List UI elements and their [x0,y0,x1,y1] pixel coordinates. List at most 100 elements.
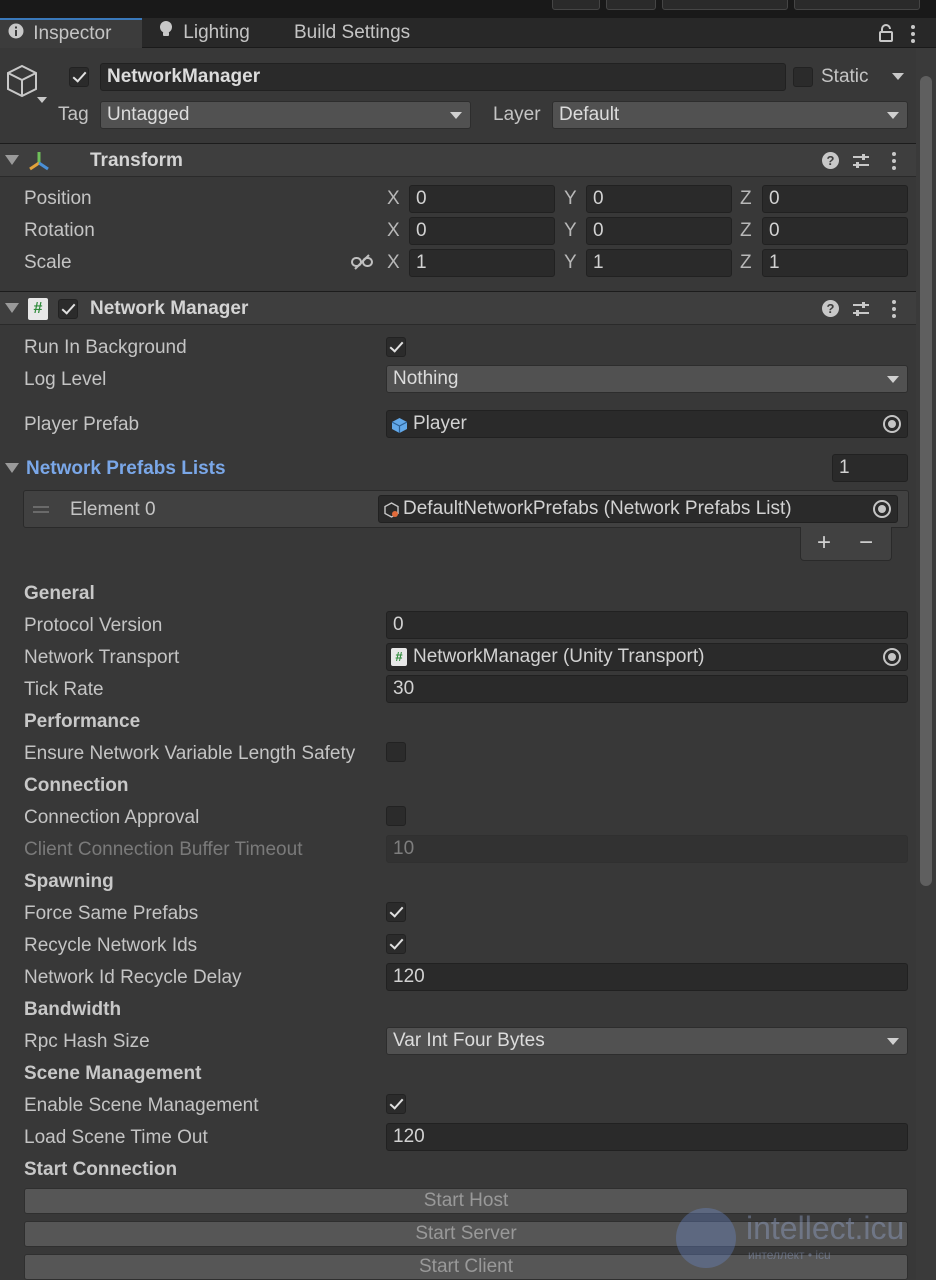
force-same-prefabs-checkbox[interactable] [386,902,406,922]
recycle-delay-label: Network Id Recycle Delay [24,967,242,988]
protocol-version-input[interactable]: 0 [386,611,908,639]
add-element-button[interactable]: + [817,529,831,557]
network-manager-enabled-checkbox[interactable] [58,299,78,319]
network-transport-field[interactable]: # NetworkManager (Unity Transport) [386,643,908,671]
chevron-down-icon [887,112,899,119]
axis-y-label: Y [564,220,577,241]
scale-label: Scale [24,252,72,273]
ensure-length-safety-label: Ensure Network Variable Length Safety [24,743,356,764]
transform-title: Transform [90,150,183,171]
axis-x-label: X [387,188,400,209]
tab-lighting[interactable]: Lighting [158,18,278,48]
tab-menu-icon[interactable] [911,25,915,46]
prefabs-lists-size-input[interactable]: 1 [832,454,908,482]
chevron-down-icon [887,376,899,383]
lock-icon[interactable] [878,24,894,48]
scriptable-object-icon [383,501,400,522]
bandwidth-title: Bandwidth [24,999,122,1020]
layer-label: Layer [493,104,541,125]
tick-rate-input[interactable]: 30 [386,675,908,703]
component-menu-icon[interactable] [892,152,896,173]
tab-inspector[interactable]: Inspector [0,18,142,48]
run-in-background-checkbox[interactable] [386,337,406,357]
list-footer: + − [800,527,892,561]
element-0-label: Element 0 [70,499,156,520]
recycle-delay-input[interactable]: 120 [386,963,908,991]
drag-handle-icon[interactable] [33,506,49,508]
remove-element-button[interactable]: − [859,529,873,557]
network-prefabs-lists-label[interactable]: Network Prefabs Lists [26,458,226,480]
rotation-z-input[interactable]: 0 [762,217,908,245]
top-toolbar-strip [0,0,936,18]
layer-dropdown[interactable]: Default [552,101,908,129]
toolbar-search-button[interactable] [606,0,656,10]
static-checkbox[interactable] [793,67,813,87]
transform-header[interactable]: Transform ? [0,143,916,177]
component-menu-icon[interactable] [892,300,896,321]
axis-z-label: Z [740,220,752,241]
presets-icon[interactable] [852,152,870,176]
start-connection-title: Start Connection [24,1159,178,1180]
tab-lighting-label: Lighting [183,22,250,44]
foldout-arrow-icon[interactable] [5,155,19,165]
tab-build-settings-label: Build Settings [294,22,411,43]
rotation-x-input[interactable]: 0 [409,217,555,245]
position-label: Position [24,188,92,209]
position-x-input[interactable]: 0 [409,185,555,213]
transform-icon [27,149,51,179]
network-manager-header[interactable]: # Network Manager ? [0,291,916,325]
object-picker-icon[interactable] [873,500,891,518]
active-checkbox[interactable] [69,67,89,87]
position-y-input[interactable]: 0 [586,185,732,213]
enable-scene-management-label: Enable Scene Management [24,1095,259,1116]
layers-dropdown[interactable] [662,0,788,10]
axis-y-label: Y [564,252,577,273]
player-prefab-field[interactable]: Player [386,410,908,438]
log-level-value: Nothing [393,368,459,389]
tick-rate-label: Tick Rate [24,679,104,700]
scale-y-input[interactable]: 1 [586,249,732,277]
element-0-field[interactable]: DefaultNetworkPrefabs (Network Prefabs L… [378,495,898,523]
foldout-arrow-icon[interactable] [5,303,19,313]
ensure-length-safety-checkbox[interactable] [386,742,406,762]
static-dropdown-arrow[interactable] [892,73,904,80]
tag-dropdown[interactable]: Untagged [100,101,471,129]
axis-x-label: X [387,252,400,273]
tab-build-settings[interactable]: Build Settings [294,18,434,48]
scale-x-input[interactable]: 1 [409,249,555,277]
scale-z-input[interactable]: 1 [762,249,908,277]
scrollbar-thumb[interactable] [920,76,932,886]
player-prefab-label: Player Prefab [24,414,140,435]
prefab-cube-icon [391,416,408,437]
layout-dropdown[interactable] [794,0,920,10]
toolbar-history-button[interactable] [552,0,600,10]
rotation-y-input[interactable]: 0 [586,217,732,245]
vertical-scrollbar[interactable] [916,48,936,1280]
help-icon[interactable]: ? [822,152,839,169]
axis-z-label: Z [740,188,752,209]
recycle-network-ids-checkbox[interactable] [386,934,406,954]
gameobject-cube-icon[interactable] [5,64,47,114]
rpc-hash-size-label: Rpc Hash Size [24,1031,150,1052]
connection-approval-checkbox[interactable] [386,806,406,826]
load-scene-timeout-input[interactable]: 120 [386,1123,908,1151]
protocol-version-label: Protocol Version [24,615,163,636]
object-name-input[interactable]: NetworkManager [100,63,786,91]
client-buffer-timeout-input: 10 [386,835,908,863]
object-picker-icon[interactable] [883,415,901,433]
unlinked-chain-icon[interactable] [351,253,373,277]
rotation-label: Rotation [24,220,95,241]
object-picker-icon[interactable] [883,648,901,666]
script-hash-icon: # [391,648,407,666]
static-label: Static [821,66,869,87]
presets-icon[interactable] [852,300,870,324]
rpc-hash-size-dropdown[interactable]: Var Int Four Bytes [386,1027,908,1055]
spawning-title: Spawning [24,871,114,892]
enable-scene-management-checkbox[interactable] [386,1094,406,1114]
general-title: General [24,583,95,604]
help-icon[interactable]: ? [822,300,839,317]
prefabs-lists-foldout-icon[interactable] [5,463,19,473]
log-level-dropdown[interactable]: Nothing [386,365,908,393]
lightbulb-icon [158,18,174,48]
position-z-input[interactable]: 0 [762,185,908,213]
